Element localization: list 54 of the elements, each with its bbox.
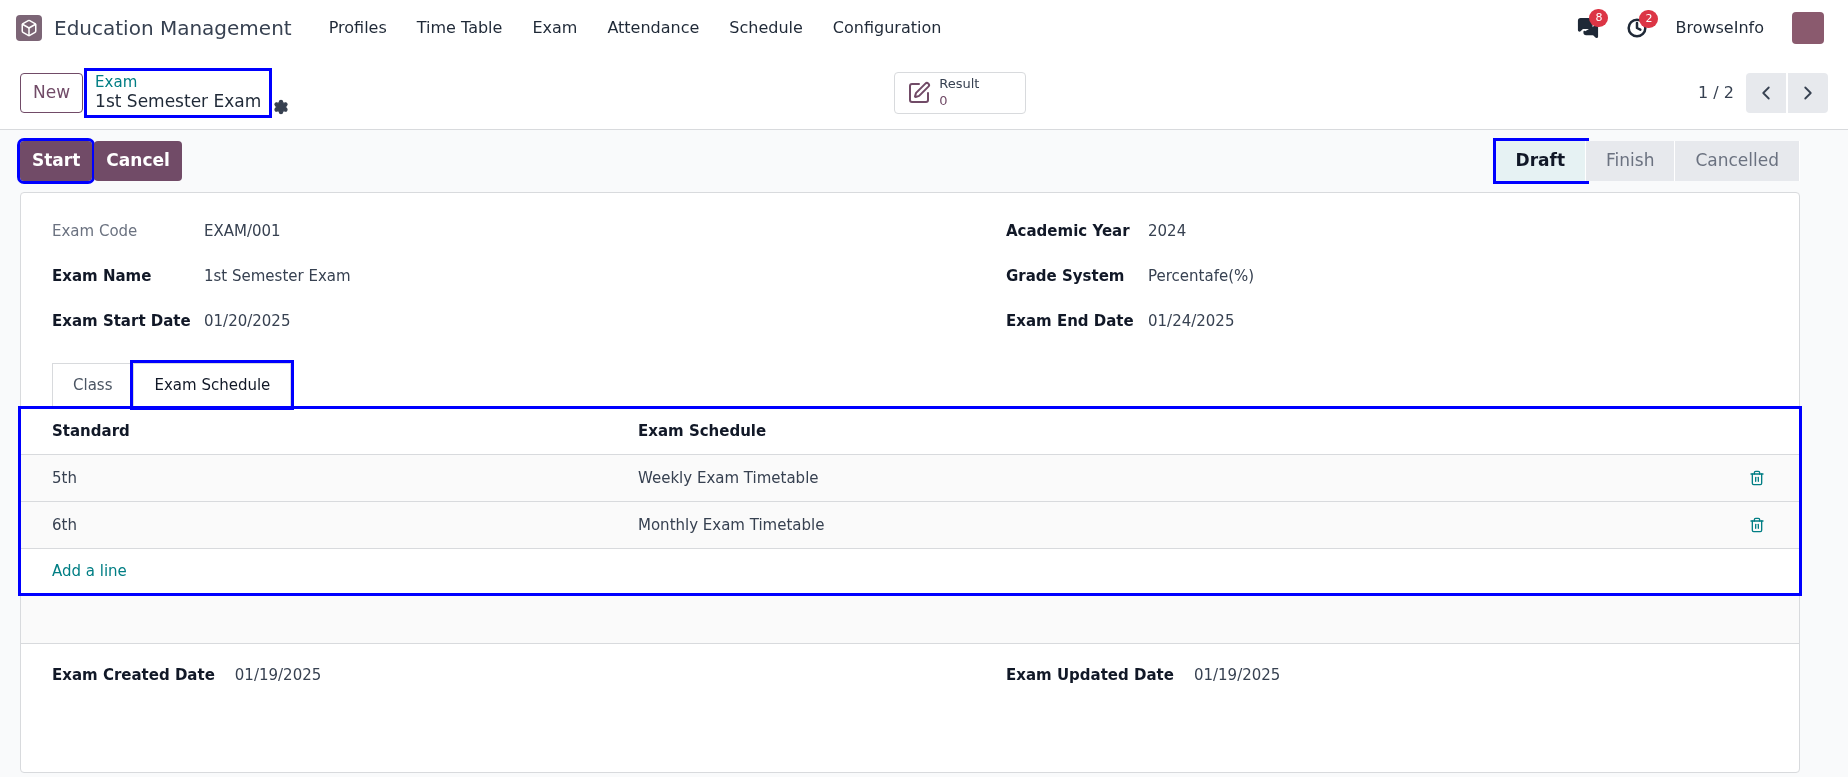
activities-count: 2 bbox=[1639, 10, 1659, 28]
field-value: Percentafe(%) bbox=[1148, 265, 1255, 287]
table-cell-text: 6th bbox=[52, 514, 78, 536]
edit-icon bbox=[907, 80, 932, 105]
new-button[interactable]: New bbox=[20, 72, 84, 113]
column-header[interactable]: Standard bbox=[52, 420, 638, 443]
messages-count: 8 bbox=[1589, 9, 1609, 27]
table-cell-text: Monthly Exam Timetable bbox=[638, 514, 825, 536]
record-title: 1st Semester Exam bbox=[95, 91, 262, 113]
field-value: 1st Semester Exam bbox=[204, 265, 351, 287]
app-logo-icon[interactable] bbox=[16, 15, 42, 41]
field-value: 01/24/2025 bbox=[1148, 310, 1235, 332]
field-label: Exam End Date bbox=[1006, 310, 1135, 332]
field-value: 01/19/2025 bbox=[1193, 665, 1281, 686]
menu-item[interactable]: Attendance bbox=[594, 16, 713, 40]
settings-icon[interactable] bbox=[273, 99, 290, 115]
menu-item[interactable]: Profiles bbox=[315, 16, 400, 40]
menu-item[interactable]: Configuration bbox=[819, 16, 955, 40]
field-label: Grade System bbox=[1006, 265, 1126, 287]
action-button[interactable]: Cancel bbox=[94, 141, 182, 181]
table-cell-text: Weekly Exam Timetable bbox=[638, 467, 819, 489]
field-label: Exam Updated Date bbox=[1006, 665, 1174, 686]
field-label: Exam Start Date bbox=[52, 310, 192, 332]
menu-item[interactable]: Exam bbox=[519, 16, 591, 40]
app-name: Education Management bbox=[54, 15, 292, 42]
field-value: 01/20/2025 bbox=[204, 310, 291, 332]
field-value: EXAM/001 bbox=[204, 220, 281, 242]
next-button[interactable] bbox=[1788, 72, 1828, 113]
field-value: 2024 bbox=[1148, 220, 1187, 242]
field-label: Academic Year bbox=[1006, 220, 1131, 242]
stage-button[interactable]: Draft bbox=[1495, 141, 1586, 181]
user-name[interactable]: BrowseInfo bbox=[1675, 16, 1764, 40]
activities-icon[interactable] bbox=[1627, 18, 1648, 38]
pager-value: 1 / 2 bbox=[1698, 81, 1734, 104]
tab[interactable]: Exam Schedule bbox=[133, 363, 292, 407]
result-smart-button[interactable]: Result 0 bbox=[894, 71, 1027, 114]
delete-icon[interactable] bbox=[1749, 470, 1765, 486]
field-label: Exam Code bbox=[52, 220, 139, 242]
result-count: 0 bbox=[939, 92, 948, 109]
result-label: Result bbox=[939, 76, 980, 93]
column-header[interactable]: Exam Schedule bbox=[638, 420, 767, 443]
field-label: Exam Name bbox=[52, 265, 153, 287]
delete-icon[interactable] bbox=[1749, 517, 1765, 533]
field-label: Exam Created Date bbox=[52, 665, 215, 686]
previous-button[interactable] bbox=[1746, 72, 1786, 113]
breadcrumb-link[interactable]: Exam bbox=[95, 72, 262, 92]
menu-item[interactable]: Time Table bbox=[403, 16, 516, 40]
stage-button[interactable]: Finish bbox=[1586, 141, 1676, 181]
table-cell-text: 5th bbox=[52, 467, 78, 489]
action-button[interactable]: Start bbox=[20, 141, 93, 181]
add-line-link[interactable]: Add a line bbox=[52, 559, 127, 583]
field-value: 01/19/2025 bbox=[234, 665, 322, 686]
menu-item[interactable]: Schedule bbox=[716, 16, 816, 40]
stage-button[interactable]: Cancelled bbox=[1675, 141, 1800, 181]
